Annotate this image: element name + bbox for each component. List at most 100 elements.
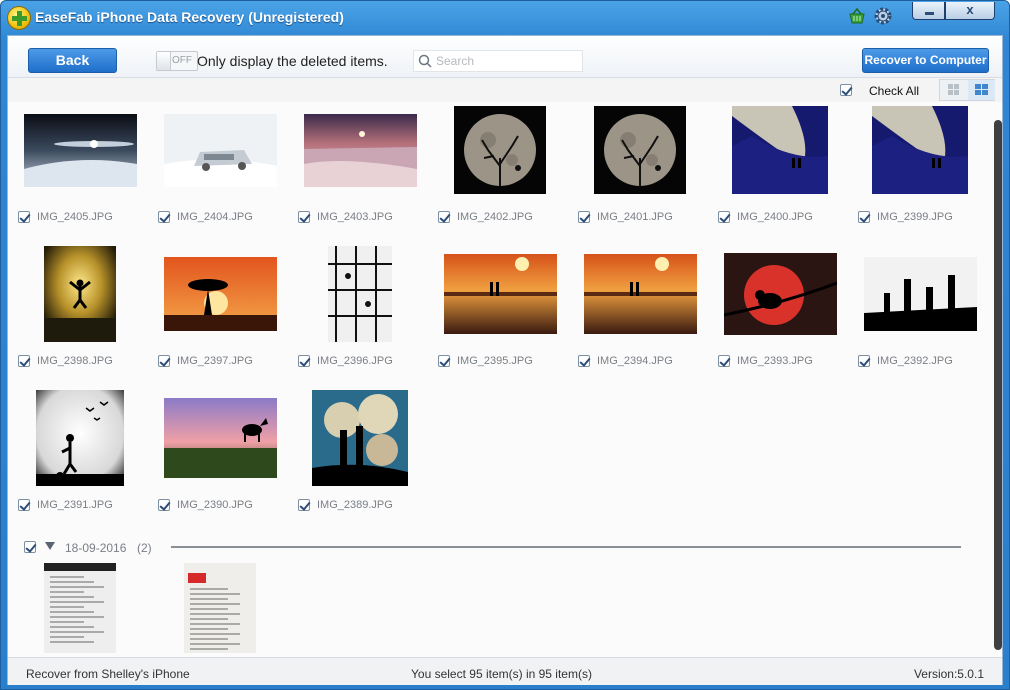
thumbnail-image[interactable]	[36, 390, 124, 486]
recover-to-computer-button[interactable]: Recover to Computer	[862, 48, 989, 73]
close-button[interactable]: x	[945, 2, 995, 20]
photo-checkbox[interactable]	[298, 355, 310, 367]
search-input[interactable]	[436, 53, 580, 69]
toggle-knob	[157, 52, 171, 70]
photo-filename: IMG_2402.JPG	[457, 211, 533, 223]
easefab-plus-icon	[7, 6, 31, 30]
photo-grid: 18-09-2016 (2) IMG_2405.JPG IMG_2404.JPG…	[8, 102, 1002, 657]
client-area: Back OFF Only display the deleted items.…	[7, 35, 1003, 685]
photo-filename: IMG_2400.JPG	[737, 211, 813, 223]
thumbnail-frame	[150, 562, 290, 654]
thumbnail-image[interactable]	[312, 390, 408, 486]
photo-tile[interactable]: IMG_2391.JPG	[10, 390, 150, 527]
scroll-thumb[interactable]	[994, 120, 1002, 650]
photo-checkbox[interactable]	[858, 211, 870, 223]
thumbnail-image[interactable]	[872, 106, 968, 194]
thumbnail-image[interactable]	[44, 246, 116, 342]
thumbnail-image[interactable]	[723, 253, 837, 335]
deleted-only-toggle[interactable]: OFF	[156, 51, 198, 71]
group-date: 18-09-2016	[65, 541, 127, 555]
check-all-checkbox[interactable]	[840, 84, 852, 96]
photo-checkbox[interactable]	[578, 355, 590, 367]
status-bar: Recover from Shelley's iPhone You select…	[8, 657, 1002, 685]
thumbnail-image[interactable]	[163, 113, 277, 187]
group-count: (2)	[137, 541, 152, 555]
photo-checkbox[interactable]	[298, 211, 310, 223]
back-button[interactable]: Back	[28, 48, 117, 73]
thumbnail-image[interactable]	[303, 113, 417, 187]
photo-checkbox[interactable]	[18, 499, 30, 511]
basket-icon[interactable]	[848, 7, 866, 25]
photo-checkbox[interactable]	[18, 355, 30, 367]
photo-tile[interactable]: IMG_2403.JPG	[290, 104, 430, 239]
gear-icon[interactable]	[873, 6, 893, 26]
thumbnail-frame	[850, 248, 990, 340]
vertical-scrollbar[interactable]	[992, 116, 1002, 676]
group-checkbox[interactable]	[24, 541, 36, 553]
photo-tile[interactable]: IMG_2399.JPG	[850, 104, 990, 239]
thumbnail-image[interactable]	[732, 106, 828, 194]
photo-checkbox[interactable]	[158, 355, 170, 367]
photo-tile[interactable]: IMG_2394.JPG	[570, 248, 710, 383]
photo-checkbox[interactable]	[18, 211, 30, 223]
photo-tile[interactable]: IMG_2400.JPG	[710, 104, 850, 239]
thumbnail-image[interactable]	[23, 113, 137, 187]
photo-tile[interactable]: IMG_2395.JPG	[430, 248, 570, 383]
photo-tile[interactable]: IMG_2396.JPG	[290, 246, 430, 383]
thumbnail-image[interactable]	[594, 106, 686, 194]
photo-tile[interactable]	[150, 562, 290, 657]
photo-tile[interactable]: IMG_2397.JPG	[150, 248, 290, 383]
thumbnail-frame	[290, 246, 430, 342]
close-icon: x	[966, 2, 974, 17]
photo-checkbox[interactable]	[578, 211, 590, 223]
thumbnail-image[interactable]	[44, 563, 116, 653]
photo-tile[interactable]	[10, 562, 150, 657]
thumbnail-frame	[430, 248, 570, 340]
photo-tile[interactable]: IMG_2390.JPG	[150, 392, 290, 527]
photo-checkbox[interactable]	[298, 499, 310, 511]
photo-tile[interactable]: IMG_2404.JPG	[150, 104, 290, 239]
thumbnail-frame	[290, 390, 430, 486]
photo-checkbox[interactable]	[718, 211, 730, 223]
photo-filename: IMG_2401.JPG	[597, 211, 673, 223]
thumbnail-image[interactable]	[163, 398, 277, 478]
deleted-only-label: Only display the deleted items.	[197, 53, 388, 69]
photo-tile[interactable]: IMG_2392.JPG	[850, 248, 990, 383]
thumbnail-image[interactable]	[163, 257, 277, 331]
photo-filename: IMG_2389.JPG	[317, 499, 393, 511]
photo-checkbox[interactable]	[158, 211, 170, 223]
thumbnail-image[interactable]	[454, 106, 546, 194]
thumbnail-image[interactable]	[443, 254, 557, 334]
thumbnail-frame	[10, 104, 150, 196]
thumbnail-frame	[290, 104, 430, 196]
view-mode-toggle	[939, 79, 995, 101]
photo-checkbox[interactable]	[438, 355, 450, 367]
photo-filename: IMG_2405.JPG	[37, 211, 113, 223]
photo-filename: IMG_2399.JPG	[877, 211, 953, 223]
collapse-arrow-icon[interactable]	[45, 542, 55, 550]
device-status: Recover from Shelley's iPhone	[26, 667, 190, 681]
photo-tile[interactable]: IMG_2401.JPG	[570, 104, 710, 239]
toolbar: Back OFF Only display the deleted items.…	[8, 36, 1002, 78]
photo-filename: IMG_2398.JPG	[37, 355, 113, 367]
grid-view-button[interactable]	[968, 80, 995, 100]
search-box[interactable]	[413, 50, 583, 72]
photo-tile[interactable]: IMG_2393.JPG	[710, 248, 850, 383]
thumbnail-image[interactable]	[863, 257, 977, 331]
photo-checkbox[interactable]	[858, 355, 870, 367]
thumbnail-image[interactable]	[328, 246, 392, 342]
photo-checkbox[interactable]	[158, 499, 170, 511]
thumbnail-image[interactable]	[583, 254, 697, 334]
photo-checkbox[interactable]	[718, 355, 730, 367]
photo-filename: IMG_2393.JPG	[737, 355, 813, 367]
photo-tile[interactable]: IMG_2389.JPG	[290, 390, 430, 527]
minimize-button[interactable]	[912, 2, 945, 20]
thumbnail-frame	[430, 104, 570, 196]
photo-filename: IMG_2396.JPG	[317, 355, 393, 367]
photo-tile[interactable]: IMG_2398.JPG	[10, 246, 150, 383]
photo-tile[interactable]: IMG_2405.JPG	[10, 104, 150, 239]
photo-checkbox[interactable]	[438, 211, 450, 223]
photo-tile[interactable]: IMG_2402.JPG	[430, 104, 570, 239]
list-view-button[interactable]	[940, 80, 967, 100]
thumbnail-image[interactable]	[184, 563, 256, 653]
